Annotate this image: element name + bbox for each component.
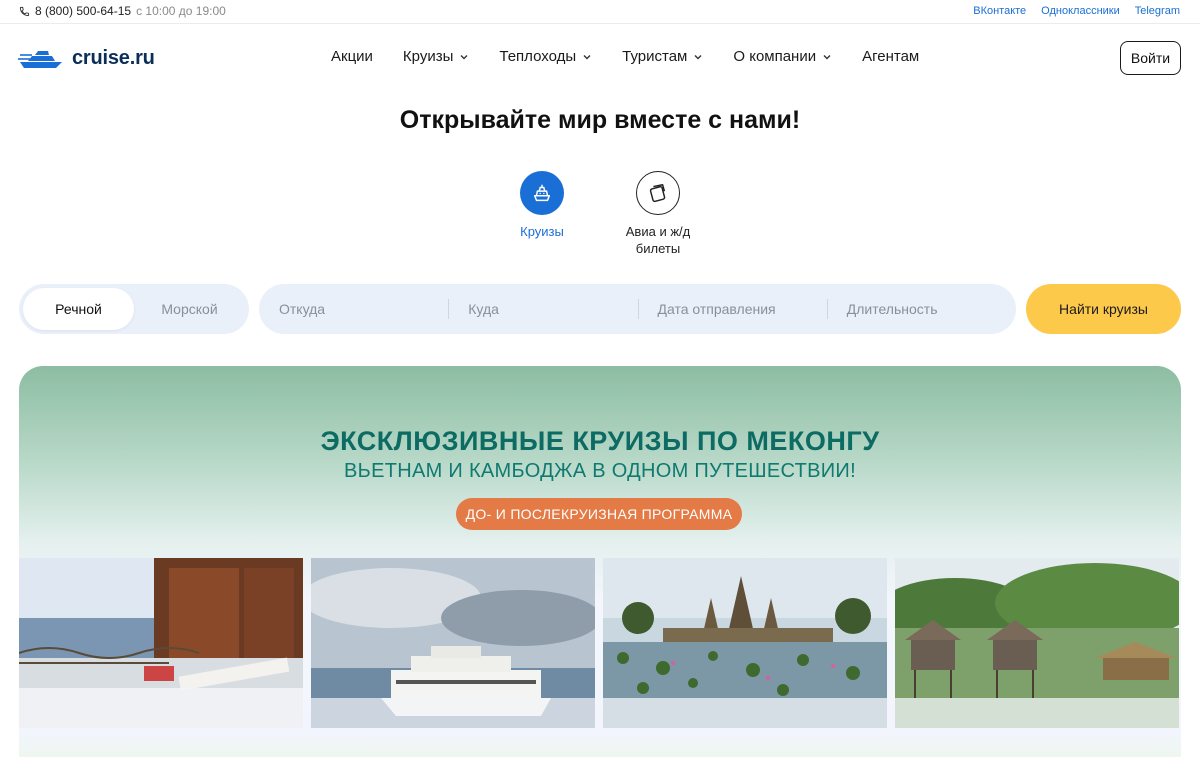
social-links: ВКонтакте Одноклассники Telegram: [973, 5, 1180, 17]
nav-item-about[interactable]: О компании: [733, 48, 832, 65]
mode-tab-label-text: Авиа и ж/д билеты: [625, 224, 691, 256]
phone-icon: [19, 6, 30, 16]
mode-icon-circle: [520, 171, 564, 215]
mode-tab-label: Круизы: [520, 224, 564, 239]
login-button[interactable]: Войти: [1120, 41, 1181, 75]
departure-date-field[interactable]: Дата отправления: [637, 284, 827, 334]
banner-subtitle: ВЬЕТНАМ И КАМБОДЖА В ОДНОМ ПУТЕШЕСТВИИ!: [344, 460, 856, 482]
from-field[interactable]: Откуда: [259, 284, 448, 334]
nav-item-label: Круизы: [402, 48, 454, 65]
find-cruises-button[interactable]: Найти круизы: [1026, 284, 1181, 334]
logo-text: cruise.ru: [72, 47, 155, 69]
balcony-photo: [19, 558, 303, 728]
promo-banner[interactable]: ЭКСКЛЮЗИВНЫЕ КРУИЗЫ ПО МЕКОНГУ ВЬЕТНАМ И…: [19, 366, 1181, 757]
cruise-type-river[interactable]: Речной: [23, 288, 134, 330]
nav-item-label: О компании: [733, 48, 817, 65]
main-header: cruise.ru Акции Круизы Теплоходы Туриста…: [0, 25, 1200, 91]
banner-program-badge[interactable]: ДО- И ПОСЛЕКРУИЗНАЯ ПРОГРАММА: [456, 498, 742, 530]
chevron-down-icon: [460, 54, 468, 59]
angkor-wat-photo: [603, 558, 887, 728]
banner-bottom-fade: [19, 733, 1181, 757]
duration-field[interactable]: Длительность: [826, 284, 1016, 334]
mode-tab-label: Авиа и ж/д билеты: [598, 223, 718, 257]
nav-item-ships[interactable]: Теплоходы: [499, 48, 592, 65]
mode-tab-tickets[interactable]: Авиа и ж/д билеты: [598, 171, 718, 257]
nav-item-label: Теплоходы: [499, 48, 577, 65]
chevron-down-icon: [823, 54, 831, 59]
to-field[interactable]: Куда: [448, 284, 637, 334]
site-logo[interactable]: cruise.ru: [18, 47, 155, 70]
river-ship-photo: [311, 558, 595, 728]
page-title: Открывайте мир вместе с нами!: [399, 106, 801, 134]
ship-icon: [533, 184, 551, 202]
nav-item-label: Акции: [331, 48, 373, 65]
nav-item-agents[interactable]: Агентам: [862, 48, 919, 65]
phone-number[interactable]: 8 (800) 500-64-15: [35, 4, 131, 18]
nav-item-label: Туристам: [622, 48, 688, 65]
social-link-telegram[interactable]: Telegram: [1135, 5, 1180, 17]
chevron-down-icon: [583, 54, 591, 59]
banner-photos: [19, 558, 1181, 728]
topbar: 8 (800) 500-64-15 с 10:00 до 19:00 ВКонт…: [0, 0, 1200, 24]
social-link-ok[interactable]: Одноклассники: [1041, 5, 1120, 17]
ticket-icon: [649, 184, 666, 203]
mode-icon-circle: [636, 171, 680, 215]
nav-item-promotions[interactable]: Акции: [331, 48, 373, 65]
nav-item-tourists[interactable]: Туристам: [622, 48, 703, 65]
work-hours: с 10:00 до 19:00: [136, 4, 226, 18]
phone-contact[interactable]: 8 (800) 500-64-15 с 10:00 до 19:00: [19, 4, 226, 18]
main-nav: Акции Круизы Теплоходы Туристам О компан…: [331, 48, 949, 65]
social-link-vk[interactable]: ВКонтакте: [973, 5, 1026, 17]
search-form: Откуда Куда Дата отправления Длительност…: [259, 284, 1016, 334]
mode-tab-cruises[interactable]: Круизы: [482, 171, 602, 240]
nav-item-label: Агентам: [862, 48, 920, 65]
chevron-down-icon: [694, 54, 702, 59]
cruise-type-sea[interactable]: Морской: [134, 288, 245, 330]
ship-logo-icon: [18, 50, 62, 68]
nav-item-cruises[interactable]: Круизы: [403, 48, 469, 65]
stilt-houses-photo: [895, 558, 1179, 728]
cruise-type-switch: Речной Морской: [19, 284, 249, 334]
banner-title: ЭКСКЛЮЗИВНЫЕ КРУИЗЫ ПО МЕКОНГУ: [320, 426, 880, 456]
